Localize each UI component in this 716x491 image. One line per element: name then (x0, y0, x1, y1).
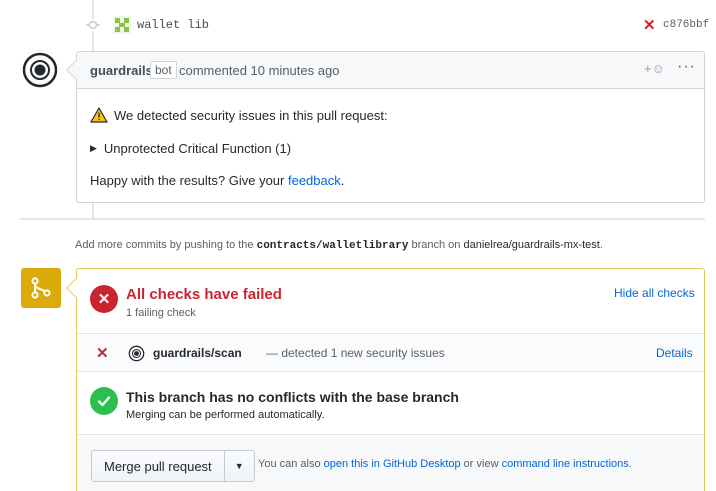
commit-title[interactable]: wallet lib (137, 18, 209, 32)
bot-comment: guardrails bot commented 10 minutes ago … (66, 51, 705, 203)
checks-summary: ✕ All checks have failed 1 failing check… (77, 269, 704, 334)
check-description: — detected 1 new security issues (266, 346, 445, 360)
merge-help-suffix: . (628, 458, 632, 470)
merge-pull-request-button[interactable]: Merge pull request (91, 450, 225, 482)
merge-footer: Merge pull request ▼ You can also open t… (77, 436, 704, 491)
open-github-desktop-link[interactable]: open this in GitHub Desktop (324, 458, 461, 470)
command-line-instructions-link[interactable]: command line instructions (502, 458, 629, 470)
feedback-line: Happy with the results? Give your feedba… (90, 173, 344, 188)
conflict-title: This branch has no conflicts with the ba… (126, 389, 459, 405)
more-options-icon[interactable]: ··· (677, 58, 696, 76)
caret-down-icon[interactable]: ▼ (235, 461, 244, 471)
commit-sha[interactable]: c876bbf (663, 19, 709, 31)
hide-all-checks-link[interactable]: Hide all checks (614, 286, 695, 300)
check-failed-x-icon: ✕ (96, 345, 109, 362)
feedback-suffix: . (340, 173, 345, 188)
checkmark-icon (97, 396, 111, 407)
merge-box: ✕ All checks have failed 1 failing check… (66, 268, 705, 491)
check-success-icon (90, 387, 118, 415)
commit-row: wallet lib ✕ c876bbf (0, 10, 716, 40)
commit-status-x-icon[interactable]: ✕ (643, 16, 656, 34)
comment-caret (66, 60, 86, 80)
details-summary[interactable]: ▶ Unprotected Critical Function (1) (90, 141, 291, 156)
merge-help-middle: or view (460, 458, 502, 470)
timeline-divider (20, 218, 705, 220)
commit-author-avatar[interactable] (113, 16, 131, 34)
merge-help-text: You can also open this in GitHub Desktop… (258, 458, 632, 470)
merge-button-group: Merge pull request ▼ (91, 450, 255, 482)
guardrails-avatar[interactable] (20, 50, 60, 90)
commit-node-icon (86, 19, 100, 31)
comment-header: guardrails bot commented 10 minutes ago … (66, 52, 704, 89)
failed-x-icon: ✕ (90, 285, 118, 313)
warning-line: We detected security issues in this pull… (90, 107, 388, 123)
comment-author[interactable]: guardrails (90, 63, 153, 78)
bot-badge: bot (150, 61, 177, 79)
add-commits-hint: Add more commits by pushing to the contr… (75, 239, 603, 252)
conflict-status: This branch has no conflicts with the ba… (77, 372, 704, 435)
add-commits-suffix: . (599, 239, 603, 251)
git-merge-glyph (31, 277, 51, 299)
check-row: ✕ guardrails/scan — detected 1 new secur… (77, 334, 704, 372)
conflict-subtitle: Merging can be performed automatically. (126, 409, 325, 421)
branch-name: contracts/walletlibrary (256, 240, 409, 252)
warning-text: We detected security issues in this pull… (114, 107, 388, 123)
repo-name: danielrea/guardrails-mx-test (463, 239, 600, 251)
feedback-prefix: Happy with the results? Give your (90, 173, 288, 188)
disclosure-triangle-icon[interactable]: ▶ (90, 143, 97, 154)
add-commits-middle: branch on (408, 239, 464, 251)
add-commits-prefix: Add more commits by pushing to the (75, 239, 257, 251)
checks-subtitle: 1 failing check (126, 307, 196, 319)
checks-title: All checks have failed (126, 286, 282, 303)
guardrails-logo-icon (128, 345, 145, 362)
warning-icon (90, 107, 108, 123)
comment-timestamp[interactable]: commented 10 minutes ago (179, 63, 339, 78)
feedback-link[interactable]: feedback (288, 173, 341, 188)
check-details-link[interactable]: Details (656, 346, 693, 360)
add-reaction-icon[interactable]: +☺ (644, 61, 665, 76)
git-merge-icon (21, 268, 61, 308)
merge-method-dropdown[interactable]: ▼ (224, 450, 255, 482)
details-summary-text[interactable]: Unprotected Critical Function (1) (104, 141, 291, 156)
merge-help-prefix: You can also (258, 458, 324, 470)
check-name: guardrails/scan (153, 346, 242, 360)
